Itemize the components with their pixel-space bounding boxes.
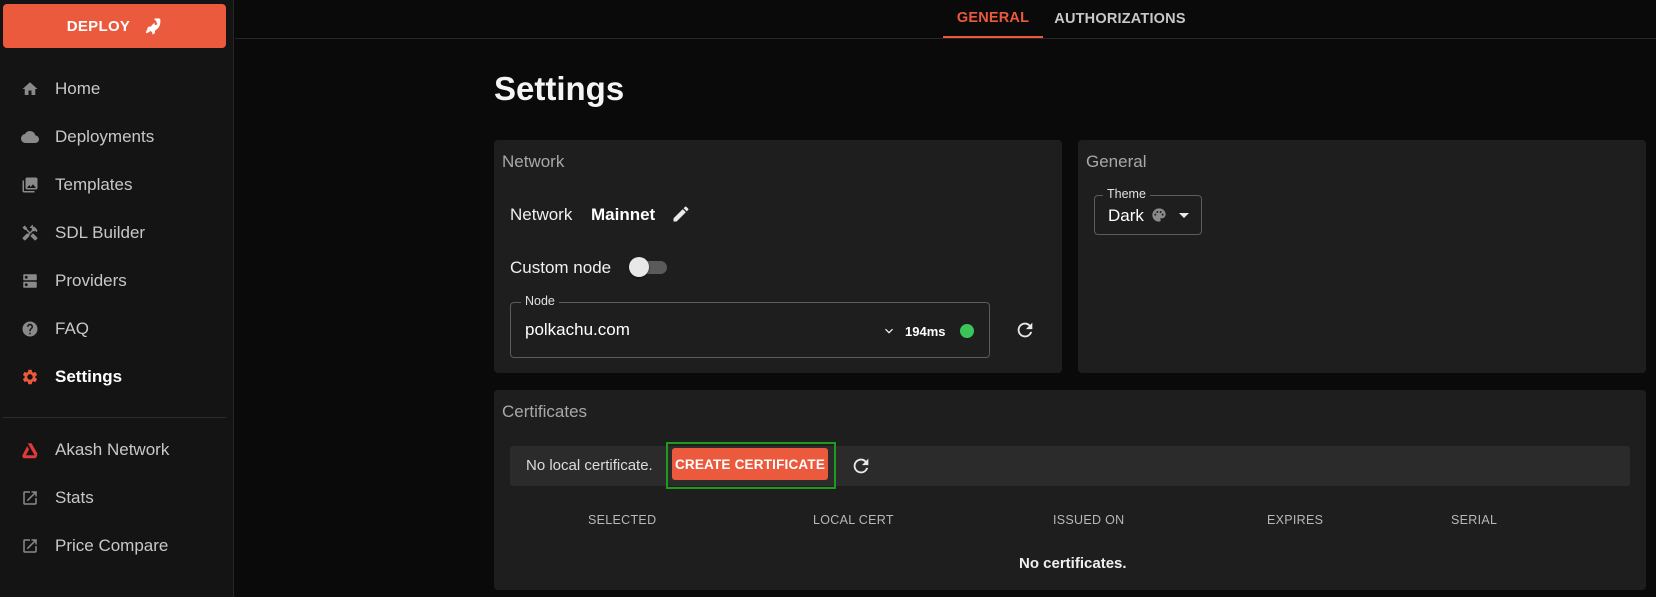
caret-down-icon [1179,213,1189,218]
app-root: DEPLOY Home Deployments Templates SDL Bu… [0,0,1656,597]
tools-icon [20,223,40,243]
page-title: Settings [494,70,625,107]
external-nav: Akash Network Stats Price Compare [0,426,234,570]
sidebar-item-akash-network[interactable]: Akash Network [0,426,234,474]
theme-value: Dark [1108,206,1144,225]
rocket-icon [146,18,161,35]
sidebar-item-faq[interactable]: FAQ [0,305,234,353]
settings-tabs: GENERAL AUTHORIZATIONS [235,0,1656,39]
network-label: Network [510,205,573,224]
main-nav: Home Deployments Templates SDL Builder P… [0,65,234,401]
sidebar-divider [3,417,226,418]
sidebar: DEPLOY Home Deployments Templates SDL Bu… [0,0,234,597]
sidebar-item-templates[interactable]: Templates [0,161,234,209]
custom-node-label: Custom node [510,258,612,277]
sidebar-item-label: SDL Builder [55,223,146,242]
certificates-card-title: Certificates [502,402,588,421]
sidebar-item-price-compare[interactable]: Price Compare [0,522,234,570]
theme-field-label: Theme [1103,187,1150,201]
column-header-expires: EXPIRES [1267,513,1324,527]
templates-icon [20,175,40,195]
palette-icon [1151,207,1167,223]
sidebar-item-stats[interactable]: Stats [0,474,234,522]
column-header-local-cert: LOCAL CERT [813,513,894,527]
external-link-icon [20,488,40,508]
network-card-title: Network [502,152,565,171]
sidebar-item-label: Templates [55,175,133,194]
sidebar-item-label: Settings [55,367,123,386]
dns-icon [20,271,40,291]
sidebar-item-label: Price Compare [55,536,169,555]
edit-network-icon[interactable] [671,204,691,224]
chevron-down-icon [881,323,897,339]
column-header-issued-on: ISSUED ON [1053,513,1125,527]
node-field-label: Node [521,294,559,308]
certificates-card: Certificates No local certificate. CREAT… [494,390,1646,590]
refresh-certificates-icon[interactable] [850,455,872,477]
sidebar-item-settings[interactable]: Settings [0,353,234,401]
column-header-selected: SELECTED [588,513,657,527]
custom-node-toggle[interactable] [629,256,669,278]
home-icon [20,79,40,99]
sidebar-item-label: Akash Network [55,440,170,459]
empty-certificates-message: No certificates. [1019,555,1127,572]
network-card: Network Network Mainnet Custom node Node… [494,140,1062,373]
sidebar-item-label: FAQ [55,319,90,338]
cloud-icon [20,127,40,147]
tab-general[interactable]: GENERAL [943,0,1043,38]
tab-authorizations[interactable]: AUTHORIZATIONS [1045,0,1195,38]
node-value: polkachu.com [525,320,630,339]
deploy-button[interactable]: DEPLOY [3,4,226,48]
column-header-serial: SERIAL [1451,513,1498,527]
gear-icon [20,367,40,387]
theme-select[interactable]: Theme Dark [1094,187,1202,235]
node-latency: 194ms [905,324,946,339]
create-certificate-button[interactable]: CREATE CERTIFICATE [672,448,828,480]
sidebar-item-label: Deployments [55,127,155,146]
deploy-label: DEPLOY [66,17,131,35]
toggle-thumb [629,257,649,277]
external-link-icon [20,536,40,556]
node-status-dot [960,324,974,338]
certificate-status-message: No local certificate. [526,457,653,474]
sidebar-item-label: Providers [55,271,127,290]
general-card: General Theme Dark [1078,140,1646,373]
sidebar-item-providers[interactable]: Providers [0,257,234,305]
sidebar-item-sdl-builder[interactable]: SDL Builder [0,209,234,257]
general-card-title: General [1086,152,1147,171]
sidebar-item-label: Home [55,79,101,98]
sidebar-item-label: Stats [55,488,94,507]
sidebar-item-home[interactable]: Home [0,65,234,113]
akash-logo-icon [20,440,40,460]
help-icon [20,319,40,339]
sidebar-item-deployments[interactable]: Deployments [0,113,234,161]
network-value: Mainnet [591,205,656,224]
refresh-node-icon[interactable] [1014,319,1036,341]
node-select[interactable]: Node polkachu.com 194ms [510,294,990,358]
